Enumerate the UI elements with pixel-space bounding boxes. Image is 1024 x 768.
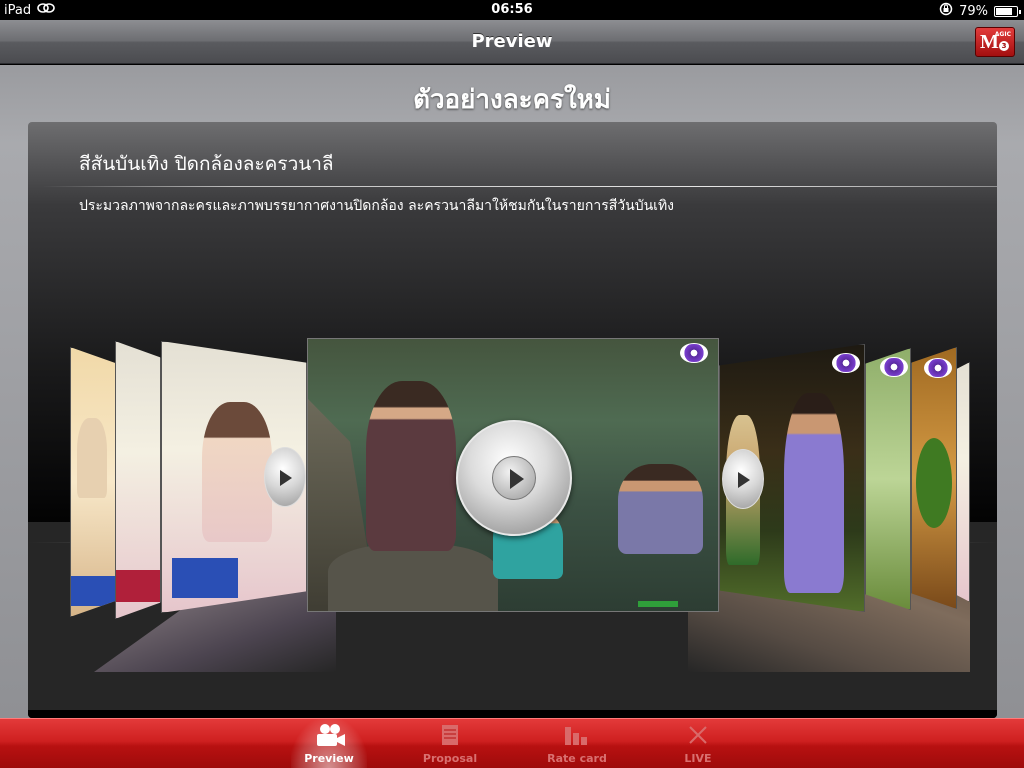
carousel-item[interactable] [911,347,957,609]
thumbnail-rock-base [328,544,498,611]
thumbnail-banner [172,558,238,598]
nav-title: Preview [471,31,553,52]
carousel-item-selected[interactable] [307,338,719,612]
tab-bar: Preview Proposal Rate card LIVE [0,718,1024,768]
magic-button[interactable]: M AGIC 3 [975,27,1015,57]
play-icon[interactable] [264,447,306,507]
thumbnail-figure [77,418,107,498]
thumbnail-banner [116,570,160,602]
tab-label: LIVE [684,752,712,765]
item-description: ประมวลภาพจากละครและภาพบรรยากาศงานปิดกล้อ… [79,198,675,214]
document-icon [436,723,464,747]
tab-label: Rate card [547,752,607,765]
tab-label: Proposal [422,752,478,765]
channel-logo-icon [680,343,708,363]
live-broadcast-icon [684,723,712,747]
item-title: สีสันบันเทิง ปิดกล้องละครวนาลี [79,153,334,175]
panel-bottom-edge [28,710,997,718]
main-content: ตัวอย่างละครใหม่ สีสันบันเทิง ปิดกล้องละ… [0,65,1024,718]
thumbnail-plant [916,438,952,528]
divider [42,186,997,187]
battery-icon [994,5,1021,17]
preview-panel: สีสันบันเทิง ปิดกล้องละครวนาลี ประมวลภาพ… [28,122,997,718]
channel-logo-icon [880,357,908,377]
tab-proposal[interactable]: Proposal [412,719,488,768]
carousel-item[interactable] [115,341,161,619]
tab-live[interactable]: LIVE [660,719,736,768]
channel-logo-icon [832,353,860,373]
carousel-item[interactable] [161,341,307,613]
carousel-item[interactable] [70,347,116,617]
section-title: ตัวอย่างละครใหม่ [413,85,611,115]
carousel-item[interactable] [956,362,970,602]
play-icon[interactable] [456,420,572,536]
thumbnail-figure [366,381,456,551]
magic-small-text: AGIC [994,31,1011,38]
thumbnail-figure [202,402,272,542]
thumbnail-caption [638,601,678,607]
tab-rate-card[interactable]: Rate card [539,719,615,768]
thumbnail-figure [784,393,844,593]
rotation-lock-icon [939,2,953,20]
carousel-item[interactable] [865,348,911,610]
status-bar: iPad 06:56 79% [0,0,1024,20]
magic-badge: 3 [999,41,1009,51]
play-icon[interactable] [722,449,764,509]
carousel-item[interactable] [719,344,865,612]
battery-percent: 79% [959,3,988,19]
navigation-bar: Preview M AGIC 3 [0,20,1024,64]
bar-chart-icon [563,723,591,747]
video-camera-icon [315,723,345,747]
thumbnail-figure [618,464,703,554]
clock: 06:56 [491,2,533,17]
tab-label: Preview [304,752,354,765]
thumbnail-banner [71,576,115,606]
channel-logo-icon [924,358,952,378]
tab-preview[interactable]: Preview [291,719,367,768]
